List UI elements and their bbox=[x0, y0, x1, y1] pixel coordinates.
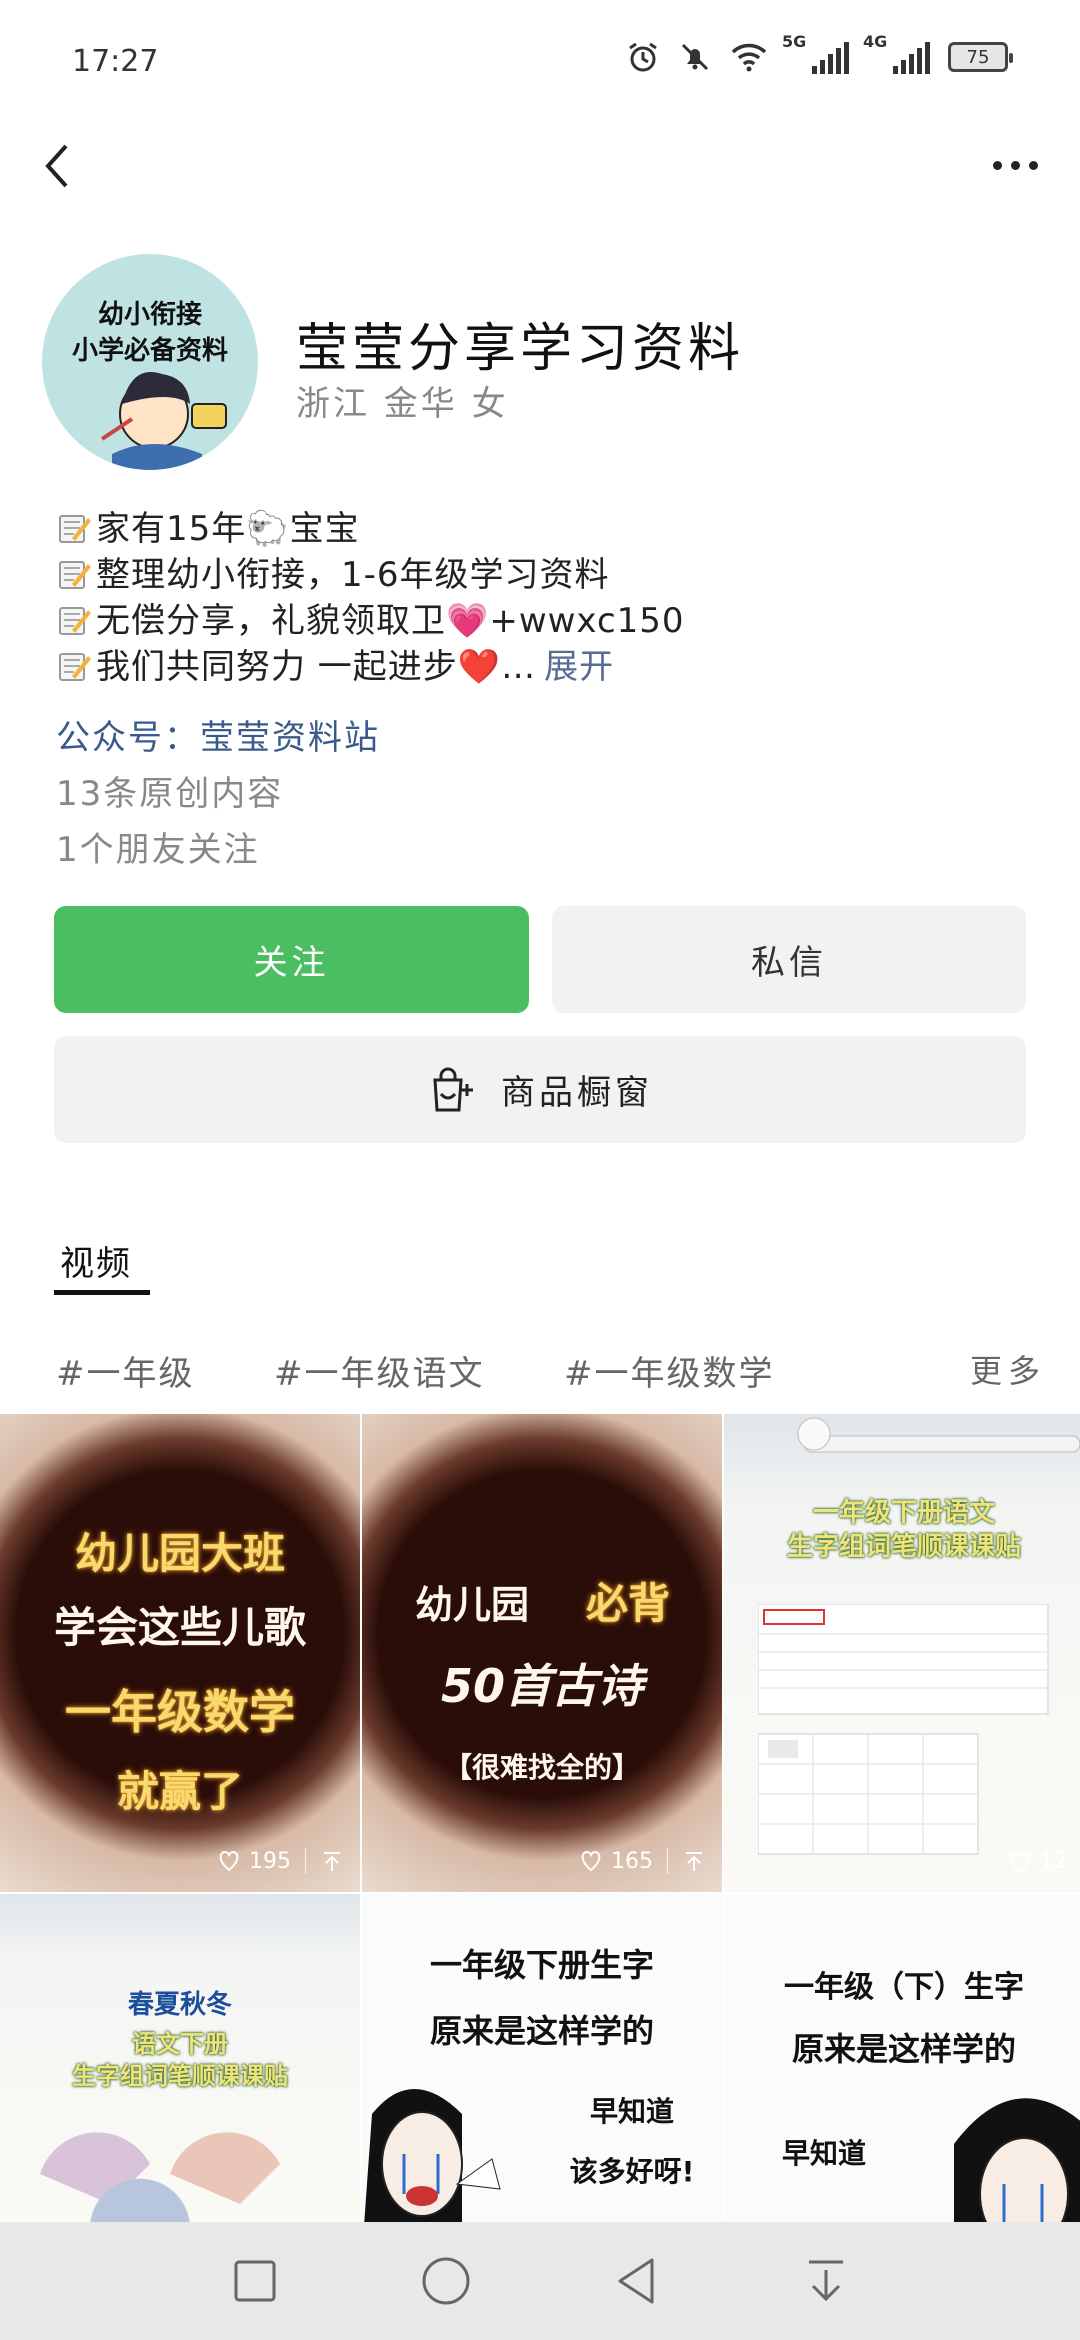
heart-icon bbox=[1010, 1851, 1030, 1872]
memo-icon bbox=[59, 653, 91, 681]
fan-illustration-icon bbox=[40, 2132, 280, 2224]
likes-badge: 195 bbox=[217, 1848, 344, 1874]
bio-text-2: 整理幼小衔接，1-6年级学习资料 bbox=[96, 555, 610, 595]
divider bbox=[667, 1848, 668, 1874]
video-thumbnail[interactable]: 幼儿园 必背 50首古诗 【很难找全的】 165 bbox=[362, 1414, 722, 1892]
dot-icon bbox=[1010, 160, 1020, 170]
video-caption: 一年级（下）生字 bbox=[784, 1970, 1024, 2005]
bio-line: 整理幼小衔接，1-6年级学习资料 bbox=[56, 552, 1036, 598]
tab-active-indicator bbox=[54, 1290, 150, 1295]
mute-icon bbox=[681, 43, 709, 71]
heart-icon bbox=[219, 1850, 239, 1872]
net-label-2: 4G bbox=[863, 32, 888, 51]
chevron-left-icon bbox=[45, 144, 68, 188]
video-caption: 语文下册 bbox=[132, 2030, 228, 2058]
video-thumbnail[interactable]: 幼儿园大班 学会这些儿歌 一年级数学 就赢了 195 bbox=[0, 1414, 360, 1892]
video-caption: 必背 bbox=[585, 1579, 670, 1628]
bio-line: 我们共同努力 一起进步❤️… 展开 bbox=[56, 644, 1036, 690]
bio-line: 无偿分享，礼貌领取卫💗+wwxc150 bbox=[56, 598, 1036, 644]
back-button[interactable] bbox=[30, 136, 90, 196]
profile-page: 17:27 5G 4G 75 幼小衔接 小学必备资料 莹莹分享学习资料 浙江 金… bbox=[0, 0, 1080, 2340]
likes-count: 12 bbox=[1040, 1849, 1068, 1874]
pen-decoration-icon bbox=[797, 1417, 1080, 1453]
video-caption: 学会这些儿歌 bbox=[53, 1603, 306, 1652]
likes-count: 165 bbox=[611, 1848, 653, 1874]
status-time: 17:27 bbox=[72, 44, 159, 79]
profile-bio: 家有15年🐑宝宝 整理幼小衔接，1-6年级学习资料 无偿分享，礼貌领取卫💗+ww… bbox=[56, 506, 1036, 690]
bio-text-3: 无偿分享，礼貌领取卫💗+wwxc150 bbox=[96, 601, 685, 641]
heart-icon bbox=[581, 1850, 601, 1872]
shop-window-button[interactable]: 商品橱窗 bbox=[54, 1036, 1026, 1143]
bio-text-4: 我们共同努力 一起进步❤️… bbox=[96, 647, 537, 687]
video-caption: 就赢了 bbox=[116, 1767, 243, 1816]
tag-item[interactable]: #一年级 bbox=[56, 1346, 195, 1395]
video-thumbnail[interactable]: 一年级（下）生字 原来是这样学的 早知道 bbox=[724, 1894, 1080, 2224]
video-caption: 原来是这样学的 bbox=[791, 2030, 1016, 2068]
status-bar: 17:27 5G 4G 75 bbox=[0, 0, 1080, 120]
signal-5g-icon: 5G bbox=[782, 32, 849, 74]
video-caption: 春夏秋冬 bbox=[127, 1990, 232, 2020]
message-button[interactable]: 私信 bbox=[552, 906, 1026, 1013]
memo-icon bbox=[59, 561, 91, 589]
likes-badge: 12 bbox=[1008, 1849, 1068, 1874]
tags-more-button[interactable]: 更多 bbox=[970, 1346, 1046, 1392]
friends-following[interactable]: 1个朋友关注 bbox=[56, 822, 260, 871]
net-label-1: 5G bbox=[782, 32, 807, 51]
home-icon[interactable] bbox=[419, 2254, 473, 2308]
official-account-link[interactable]: 公众号：莹莹资料站 bbox=[56, 710, 380, 759]
originals-count: 13条原创内容 bbox=[56, 774, 284, 814]
video-thumbnail[interactable]: 一年级下册生字 原来是这样学的 早知道 该多好呀! bbox=[362, 1894, 722, 2224]
likes-badge: 165 bbox=[579, 1848, 706, 1874]
dot-icon bbox=[1028, 160, 1038, 170]
signal-4g-icon: 4G bbox=[863, 32, 930, 74]
bio-line: 家有15年🐑宝宝 bbox=[56, 506, 1036, 552]
avatar[interactable]: 幼小衔接 小学必备资料 bbox=[42, 254, 258, 470]
tag-item[interactable]: #一年级数学 bbox=[564, 1346, 775, 1395]
worksheet-table-icon bbox=[758, 1604, 1049, 1855]
video-caption: 一年级下册语文 bbox=[812, 1498, 995, 1528]
pin-top-icon bbox=[324, 1852, 340, 1871]
memo-icon bbox=[59, 607, 91, 635]
video-thumbnail[interactable]: 春夏秋冬 语文下册 生字组词笔顺课课贴 bbox=[0, 1894, 360, 2224]
system-navigation-bar bbox=[0, 2222, 1080, 2340]
video-caption: 一年级数学 bbox=[65, 1685, 295, 1739]
memo-icon bbox=[59, 515, 91, 543]
likes-count: 195 bbox=[249, 1848, 291, 1874]
video-caption: 50首古诗 bbox=[440, 1659, 643, 1713]
pull-down-icon[interactable] bbox=[801, 2254, 851, 2308]
back-nav-icon[interactable] bbox=[612, 2254, 662, 2308]
video-caption: 幼儿园大班 bbox=[74, 1529, 285, 1578]
video-caption: 一年级下册生字 bbox=[429, 1946, 654, 1984]
video-caption: 【很难找全的】 bbox=[443, 1751, 640, 1784]
expand-link[interactable]: 展开 bbox=[544, 647, 614, 687]
shopping-bag-icon bbox=[433, 1067, 473, 1111]
video-thumbnail[interactable]: 一年级下册语文 生字组词笔顺课课贴 12 bbox=[724, 1414, 1080, 1892]
tag-filter-row: #一年级 #一年级语文 #一年级数学 更多 bbox=[56, 1346, 1046, 1396]
alarm-icon bbox=[629, 42, 657, 72]
cartoon-boy-icon bbox=[100, 372, 227, 470]
more-options-button[interactable] bbox=[980, 140, 1050, 190]
crying-girl-icon bbox=[364, 2089, 501, 2224]
tag-item[interactable]: #一年级语文 bbox=[274, 1346, 485, 1395]
pin-top-icon bbox=[686, 1852, 702, 1871]
dot-icon bbox=[992, 160, 1002, 170]
wifi-icon bbox=[731, 43, 767, 72]
shop-window-label: 商品橱窗 bbox=[501, 1073, 653, 1113]
profile-location: 浙江 金华 女 bbox=[296, 384, 509, 424]
video-caption: 原来是这样学的 bbox=[429, 2012, 654, 2050]
crying-woman-icon bbox=[954, 2098, 1080, 2224]
profile-name: 莹莹分享学习资料 bbox=[296, 319, 745, 379]
battery-icon: 75 bbox=[948, 42, 1013, 72]
recent-apps-icon[interactable] bbox=[230, 2256, 280, 2306]
follow-button[interactable]: 关注 bbox=[54, 906, 529, 1013]
bio-text-1: 家有15年🐑宝宝 bbox=[96, 509, 360, 549]
video-caption: 生字组词笔顺课课贴 bbox=[72, 2062, 288, 2090]
tab-video[interactable]: 视频 bbox=[60, 1236, 132, 1285]
nav-bar bbox=[0, 130, 1080, 210]
status-icons: 5G 4G 75 bbox=[626, 32, 1013, 74]
video-caption: 生字组词笔顺课课贴 bbox=[786, 1532, 1021, 1562]
divider bbox=[305, 1848, 306, 1874]
